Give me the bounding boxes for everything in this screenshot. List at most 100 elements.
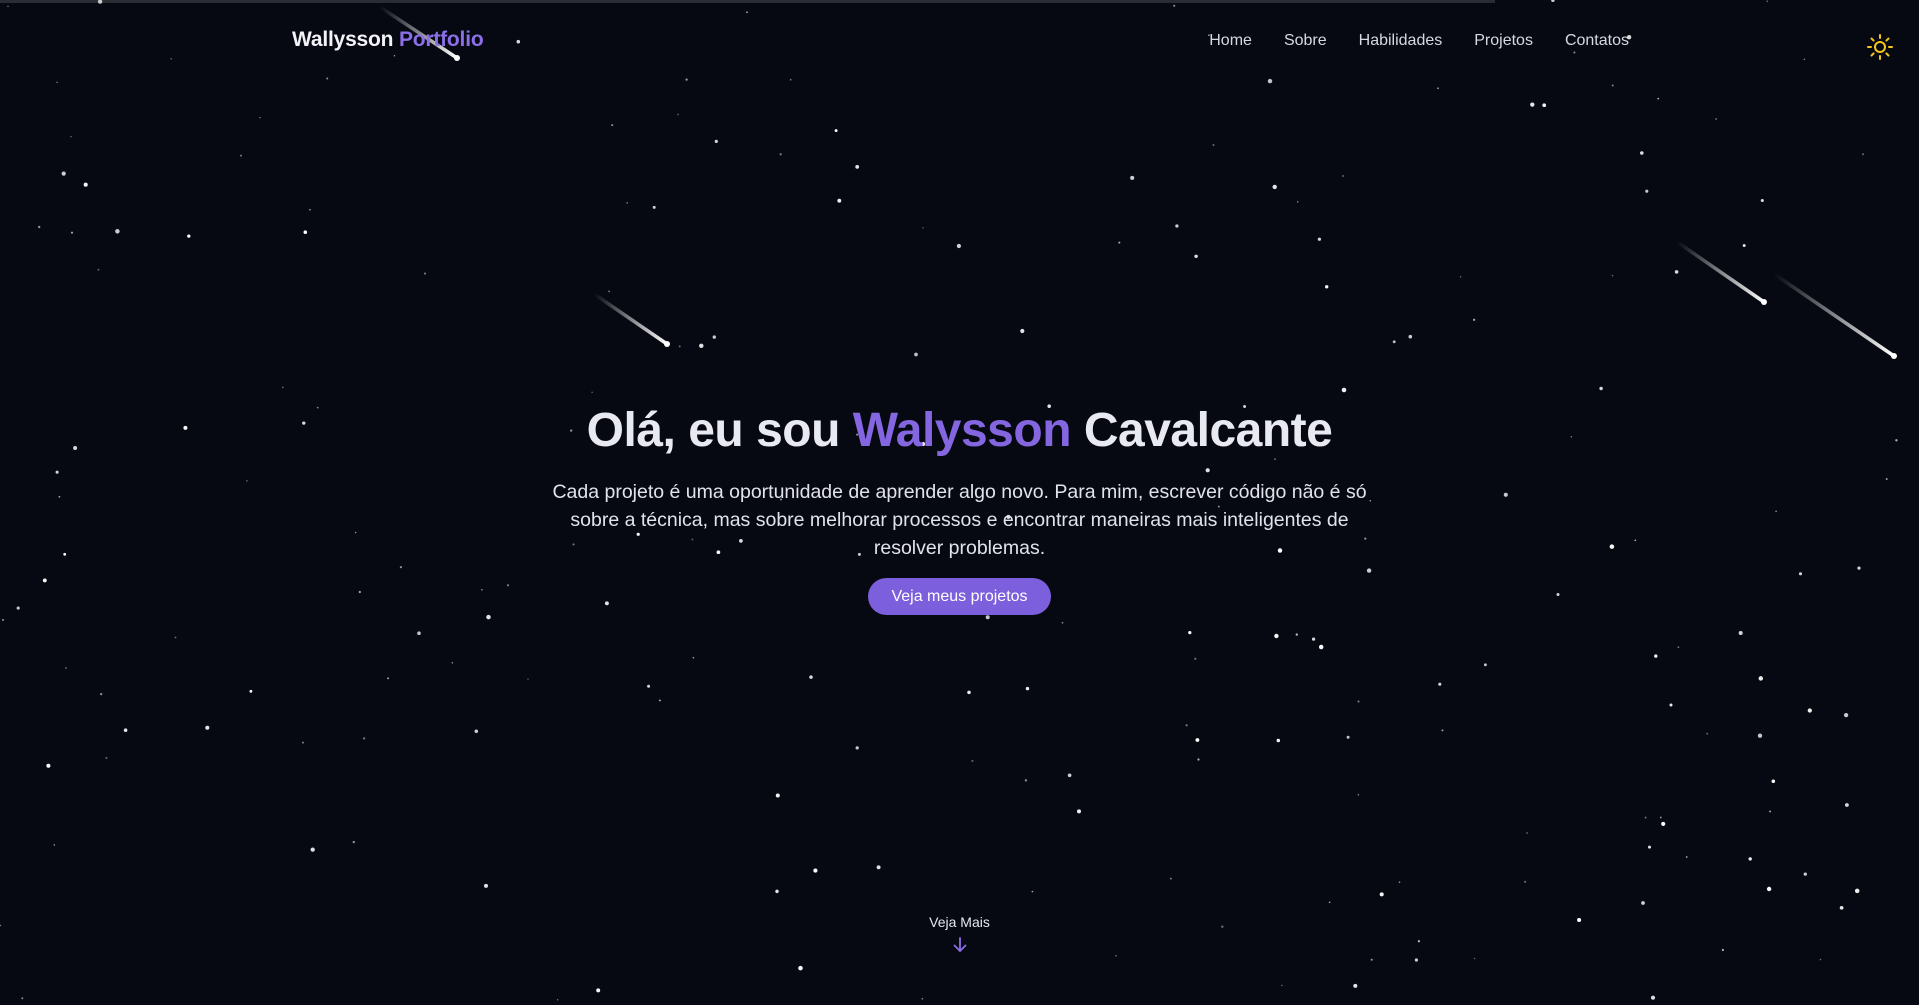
site-logo[interactable]: Wallysson Portfolio (292, 28, 484, 52)
star (922, 227, 924, 229)
star (692, 656, 695, 659)
nav-sobre[interactable]: Sobre (1284, 32, 1327, 50)
star (837, 198, 842, 203)
star (1542, 103, 1547, 108)
shooting-star-head (1891, 353, 1897, 359)
star (1523, 880, 1527, 884)
star (1771, 779, 1776, 784)
view-projects-button[interactable]: Veja meus projetos (868, 578, 1051, 615)
star (1020, 328, 1025, 334)
star (61, 171, 66, 176)
star (1194, 254, 1198, 259)
star (362, 737, 366, 740)
star (1296, 201, 1299, 203)
shooting-star-head (454, 55, 460, 61)
star (97, 0, 103, 4)
star (1844, 803, 1849, 807)
star (115, 229, 120, 234)
star (1325, 285, 1329, 289)
star (921, 997, 924, 1000)
star (1644, 816, 1647, 819)
hero-page: Wallysson Portfolio Home Sobre Habilidad… (0, 0, 1919, 1005)
star (1024, 779, 1028, 782)
star (56, 81, 58, 84)
star (123, 728, 128, 732)
theme-toggle-button[interactable] (1866, 33, 1894, 61)
star (626, 202, 628, 204)
star (798, 965, 803, 971)
star (1526, 832, 1528, 834)
star (1398, 881, 1401, 884)
star (1115, 955, 1117, 957)
star (1861, 153, 1865, 156)
star (1267, 78, 1273, 84)
star (1408, 334, 1413, 339)
star (1573, 51, 1576, 54)
star (1769, 810, 1772, 813)
star (1328, 901, 1331, 904)
star (1295, 633, 1298, 636)
star (967, 690, 971, 695)
star (556, 999, 559, 1001)
star (1459, 275, 1462, 278)
star (647, 684, 651, 688)
star (1766, 0, 1769, 3)
star (1803, 872, 1807, 876)
star (1392, 340, 1396, 344)
star (971, 759, 974, 762)
star (1438, 682, 1442, 686)
star (100, 693, 103, 696)
shooting-star-head (1761, 299, 1767, 305)
nav-contatos[interactable]: Contatos (1565, 32, 1629, 50)
star (1197, 758, 1200, 761)
nav-home[interactable]: Home (1209, 32, 1252, 50)
star (417, 631, 421, 635)
star (1657, 97, 1660, 100)
star (809, 675, 813, 679)
see-more-link[interactable]: Veja Mais (0, 914, 1919, 954)
star (1742, 244, 1746, 247)
hero-title: Olá, eu sou Walysson Cavalcante (0, 400, 1919, 462)
star (1274, 633, 1279, 639)
star (393, 55, 396, 57)
star (876, 865, 881, 870)
shooting-star (1675, 240, 1766, 304)
star (1346, 735, 1350, 739)
star (1677, 646, 1680, 649)
star (240, 154, 242, 157)
star (1819, 958, 1822, 961)
star (652, 205, 656, 209)
star (1757, 733, 1763, 738)
star (1379, 892, 1384, 897)
star (855, 746, 859, 750)
hero-last-name: Cavalcante (1071, 404, 1333, 457)
star (1650, 995, 1656, 1000)
star (775, 889, 779, 894)
star (1272, 184, 1277, 190)
star (591, 391, 593, 393)
nav-projetos[interactable]: Projetos (1474, 32, 1533, 50)
star (1807, 708, 1812, 713)
main-nav: Home Sobre Habilidades Projetos Contatos (1209, 32, 1629, 50)
star (658, 699, 661, 702)
star (1175, 224, 1179, 228)
star (352, 840, 355, 844)
star (1483, 663, 1487, 667)
star (1674, 270, 1679, 274)
star (714, 139, 718, 143)
star (70, 135, 72, 138)
star (1706, 732, 1709, 735)
star (281, 386, 284, 389)
star (1173, 4, 1176, 7)
star (1854, 888, 1860, 894)
star (187, 234, 191, 238)
star (423, 272, 427, 275)
star (1766, 886, 1772, 892)
star (70, 231, 74, 234)
star (1067, 773, 1072, 778)
star (1599, 386, 1603, 391)
star (1685, 856, 1688, 858)
star (1473, 957, 1476, 960)
star (1370, 958, 1373, 961)
nav-habilidades[interactable]: Habilidades (1359, 32, 1443, 50)
